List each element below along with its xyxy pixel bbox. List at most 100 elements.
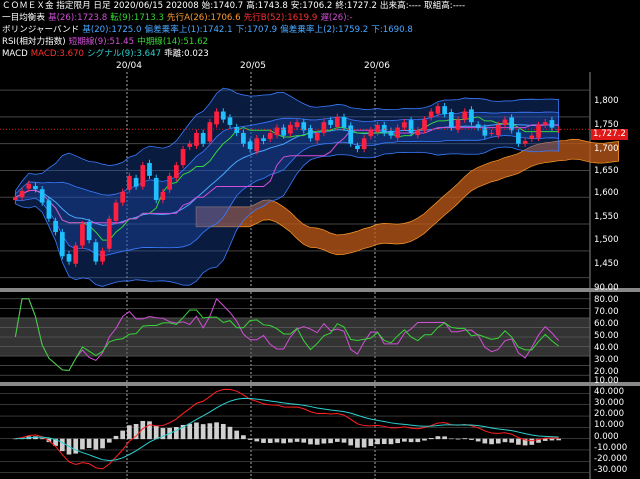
macd-hist-bar [334,438,340,442]
candle-body [120,191,126,203]
rsi-tick: 60.00 [594,319,619,329]
macd-hist-bar [147,421,152,440]
macd-hist-bar [482,438,488,444]
macd-tick: -10.000 [594,443,628,453]
macd-hist-bar [207,423,213,440]
candle-body [234,127,240,133]
macd-hist-bar [308,438,313,445]
candle-body [455,119,461,130]
bollinger-legend: ボリンジャーバンド 基(20):1725.0 偏差乗率上(1):1742.1 下:17… [2,25,413,35]
macd-hist-bar [100,438,105,449]
macd-hist-bar [361,438,367,448]
candle-body [328,120,333,125]
macd-hist-bar [241,435,246,440]
candle-body [113,202,119,221]
candle-body [388,130,394,136]
candle-body [536,124,541,138]
macd-hist-bar [442,436,447,440]
candle-body [93,242,99,262]
candle-body [247,141,253,150]
macd-hist-bar [227,426,233,440]
candle-body [106,218,112,249]
price-tick: 1,650 [594,166,619,176]
candle-body [26,183,32,189]
macd-hist-bar [120,430,126,440]
candle-body [462,111,468,120]
candle-body [415,130,421,136]
symbol-title: ＣＯＭＥＸ金 指定限月 日足 [2,1,111,11]
rsi-tick: 90.00 [594,283,619,293]
macd-hist-bar [160,428,166,440]
macd-hist-bar [529,438,535,445]
macd-hist-bar [489,438,494,445]
macd-hist-bar [220,423,226,440]
macd-hist-bar [388,438,394,445]
candle-body [167,175,172,190]
rsi-tick: 70.00 [594,307,619,317]
candle-body [341,116,347,128]
macd-hist-bar [516,438,521,445]
candle-body [46,200,52,219]
candle-body [361,138,367,150]
candle-body [348,125,354,144]
macd-hist-bar [314,438,320,445]
candle-body [53,220,58,233]
rsi-tick: 50.00 [594,331,619,341]
macd-hist-bar [509,438,515,443]
candle-body [375,124,380,133]
candle-body [19,190,25,198]
price-chart[interactable] [0,0,640,479]
candle-body [13,197,18,200]
macd-hist-bar [321,438,327,444]
candle-body [435,106,441,114]
macd-hist-bar [455,438,461,440]
candle-body [314,132,320,141]
macd-hist-bar [294,438,300,442]
price-tick: 1,600 [594,188,619,198]
macd-hist-bar [59,438,65,452]
candle-body [368,130,374,137]
macd-tick: -30.000 [594,465,628,475]
candle-body [140,165,146,187]
candle-body [495,124,501,136]
macd-hist-bar [328,438,333,444]
macd-hist-bar [80,438,85,450]
candle-body [160,191,166,200]
macd-hist-bar [73,438,79,454]
macd-hist-bar [422,438,427,441]
candle-body [321,122,327,133]
panel-divider [0,382,640,386]
candle-body [522,140,528,144]
macd-hist-bar [428,438,434,440]
candle-body [86,221,92,241]
macd-hist-bar [341,438,347,443]
macd-tick: 30.000 [594,398,625,408]
macd-hist-bar [448,438,454,440]
candle-body [127,175,132,190]
candle-body [516,132,521,144]
macd-hist-bar [402,438,407,442]
last-price-badge: 1,727.2 [591,129,628,140]
candle-body [59,232,65,257]
macd-hist-bar [556,438,561,441]
x-label-may: 20/05 [240,61,266,71]
candle-body [254,138,260,152]
macd-hist-bar [435,436,441,440]
candle-body [39,189,45,203]
macd-hist-bar [549,438,555,441]
macd-hist-bar [106,438,112,443]
candle-body [475,124,481,128]
rsi-tick: 80.00 [594,295,619,305]
macd-tick: 40.000 [594,387,625,397]
panel-divider [0,288,640,292]
candle-body [509,117,515,131]
candle-body [428,111,434,118]
candle-body [267,132,273,139]
x-label-jun: 20/06 [364,61,390,71]
candle-body [469,109,474,123]
macd-hist-bar [281,438,286,444]
candle-body [542,122,548,125]
macd-tick: 20.000 [594,409,625,419]
candle-body [194,132,199,146]
candle-body [173,165,179,178]
